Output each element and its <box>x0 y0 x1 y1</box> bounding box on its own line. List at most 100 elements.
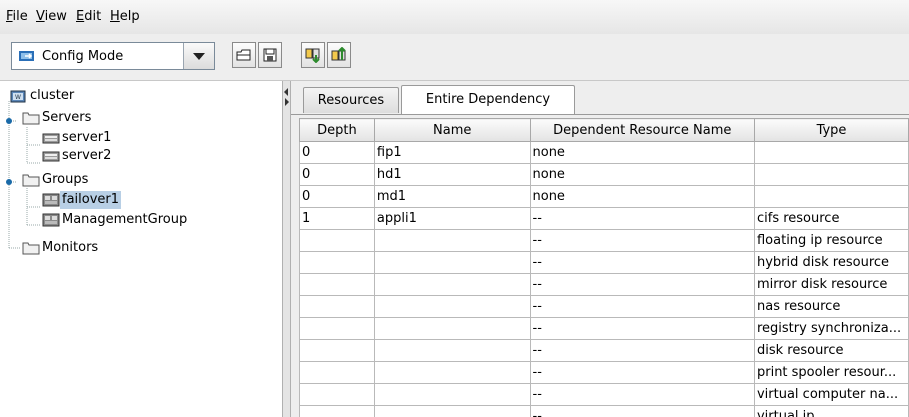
table-row[interactable]: -- print spooler resour... <box>299 361 909 384</box>
column-header-dependent-resource-name[interactable]: Dependent Resource Name <box>529 118 755 142</box>
table-row[interactable]: -- mirror disk resource <box>299 273 909 296</box>
table-cell-name[interactable] <box>373 405 531 417</box>
table-cell-dependent-resource-name[interactable]: -- <box>529 405 755 417</box>
table-cell-depth[interactable] <box>299 251 375 274</box>
table-cell-type[interactable] <box>753 141 909 164</box>
config-mode-icon <box>18 49 36 66</box>
table-cell-type[interactable]: hybrid disk resource <box>753 251 909 274</box>
table-cell-type[interactable]: disk resource <box>753 339 909 362</box>
table-cell-depth[interactable] <box>299 273 375 296</box>
table-cell-depth[interactable]: 0 <box>299 141 375 164</box>
table-cell-name[interactable]: md1 <box>373 185 531 208</box>
table-cell-dependent-resource-name[interactable]: none <box>529 163 755 186</box>
tab-entire-dependency[interactable]: Entire Dependency <box>401 85 575 115</box>
table-cell-type[interactable]: virtual ip <box>753 405 909 417</box>
table-cell-type[interactable]: mirror disk resource <box>753 273 909 296</box>
menu-help[interactable]: Help <box>110 9 140 25</box>
table-cell-dependent-resource-name[interactable]: none <box>529 141 755 164</box>
folder-icon <box>22 110 40 132</box>
table-cell-depth[interactable] <box>299 361 375 384</box>
table-cell-name[interactable]: appli1 <box>373 207 531 230</box>
table-row[interactable]: 1 appli1 -- cifs resource <box>299 207 909 230</box>
folder-icon <box>22 240 40 262</box>
table-cell-depth[interactable] <box>299 405 375 417</box>
table-cell-name[interactable] <box>373 339 531 362</box>
table-cell-dependent-resource-name[interactable]: -- <box>529 317 755 340</box>
folder-open-icon <box>236 49 251 61</box>
table-cell-type[interactable]: floating ip resource <box>753 229 909 252</box>
dependency-table: Depth Name Dependent Resource Name Type … <box>299 118 909 417</box>
table-cell-type[interactable] <box>753 163 909 186</box>
table-cell-depth[interactable] <box>299 317 375 340</box>
table-cell-type[interactable]: virtual computer na... <box>753 383 909 406</box>
upload-button[interactable] <box>327 42 351 68</box>
table-row[interactable]: 0 md1 none <box>299 185 909 208</box>
table-cell-dependent-resource-name[interactable]: -- <box>529 251 755 274</box>
toolbar: Config Mode <box>0 34 909 81</box>
table-cell-dependent-resource-name[interactable]: none <box>529 185 755 208</box>
table-row[interactable]: -- hybrid disk resource <box>299 251 909 274</box>
tree-label: cluster <box>30 88 75 103</box>
table-row[interactable]: -- disk resource <box>299 339 909 362</box>
table-cell-depth[interactable] <box>299 339 375 362</box>
tab-resources[interactable]: Resources <box>303 87 399 113</box>
column-header-name[interactable]: Name <box>373 118 531 142</box>
table-cell-dependent-resource-name[interactable]: -- <box>529 229 755 252</box>
table-cell-dependent-resource-name[interactable]: -- <box>529 207 755 230</box>
menu-edit[interactable]: Edit <box>76 9 101 25</box>
server-icon <box>42 148 60 170</box>
table-header-row: Depth Name Dependent Resource Name Type <box>299 118 909 142</box>
table-cell-name[interactable] <box>373 383 531 406</box>
chevron-down-icon[interactable] <box>183 43 214 69</box>
table-cell-type[interactable]: cifs resource <box>753 207 909 230</box>
table-cell-depth[interactable]: 0 <box>299 163 375 186</box>
mode-select-value: Config Mode <box>42 49 124 64</box>
table-cell-depth[interactable] <box>299 295 375 318</box>
table-cell-name[interactable] <box>373 317 531 340</box>
table-cell-dependent-resource-name[interactable]: -- <box>529 295 755 318</box>
table-cell-depth[interactable] <box>299 383 375 406</box>
table-cell-name[interactable]: fip1 <box>373 141 531 164</box>
tree-label: failover1 <box>60 191 122 209</box>
expand-right-icon[interactable] <box>285 98 289 106</box>
table-row[interactable]: -- virtual ip <box>299 405 909 417</box>
table-cell-depth[interactable]: 0 <box>299 185 375 208</box>
table-cell-dependent-resource-name[interactable]: -- <box>529 361 755 384</box>
save-button[interactable] <box>258 42 282 68</box>
menu-view[interactable]: View <box>36 9 67 25</box>
mode-select[interactable]: Config Mode <box>11 42 215 70</box>
table-row[interactable]: -- virtual computer na... <box>299 383 909 406</box>
table-row[interactable]: -- floating ip resource <box>299 229 909 252</box>
column-header-type[interactable]: Type <box>753 118 909 142</box>
table-cell-name[interactable] <box>373 361 531 384</box>
table-cell-depth[interactable]: 1 <box>299 207 375 230</box>
table-cell-dependent-resource-name[interactable]: -- <box>529 339 755 362</box>
table-row[interactable]: -- nas resource <box>299 295 909 318</box>
collapse-left-icon[interactable] <box>284 88 288 96</box>
tree-label: ManagementGroup <box>62 212 188 227</box>
table-cell-type[interactable] <box>753 185 909 208</box>
menu-file[interactable]: File <box>6 9 28 25</box>
table-cell-type[interactable]: print spooler resour... <box>753 361 909 384</box>
download-button[interactable] <box>301 42 325 68</box>
table-row[interactable]: 0 hd1 none <box>299 163 909 186</box>
table-cell-name[interactable] <box>373 273 531 296</box>
table-cell-type[interactable]: registry synchroniza... <box>753 317 909 340</box>
table-cell-dependent-resource-name[interactable]: -- <box>529 383 755 406</box>
table-cell-name[interactable] <box>373 295 531 318</box>
table-cell-type[interactable]: nas resource <box>753 295 909 318</box>
column-header-depth[interactable]: Depth <box>299 118 375 142</box>
table-row[interactable]: 0 fip1 none <box>299 141 909 164</box>
table-cell-name[interactable] <box>373 251 531 274</box>
cluster-tree: W cluster Servers server1 server2 Groups… <box>0 81 283 417</box>
table-row[interactable]: -- registry synchroniza... <box>299 317 909 340</box>
table-cell-name[interactable] <box>373 229 531 252</box>
upload-icon <box>331 47 346 61</box>
open-button[interactable] <box>232 42 256 68</box>
dependency-table-container: Depth Name Dependent Resource Name Type … <box>299 118 909 417</box>
pane-splitter[interactable] <box>283 81 291 417</box>
table-cell-name[interactable]: hd1 <box>373 163 531 186</box>
table-cell-depth[interactable] <box>299 229 375 252</box>
save-icon <box>263 48 277 62</box>
table-cell-dependent-resource-name[interactable]: -- <box>529 273 755 296</box>
